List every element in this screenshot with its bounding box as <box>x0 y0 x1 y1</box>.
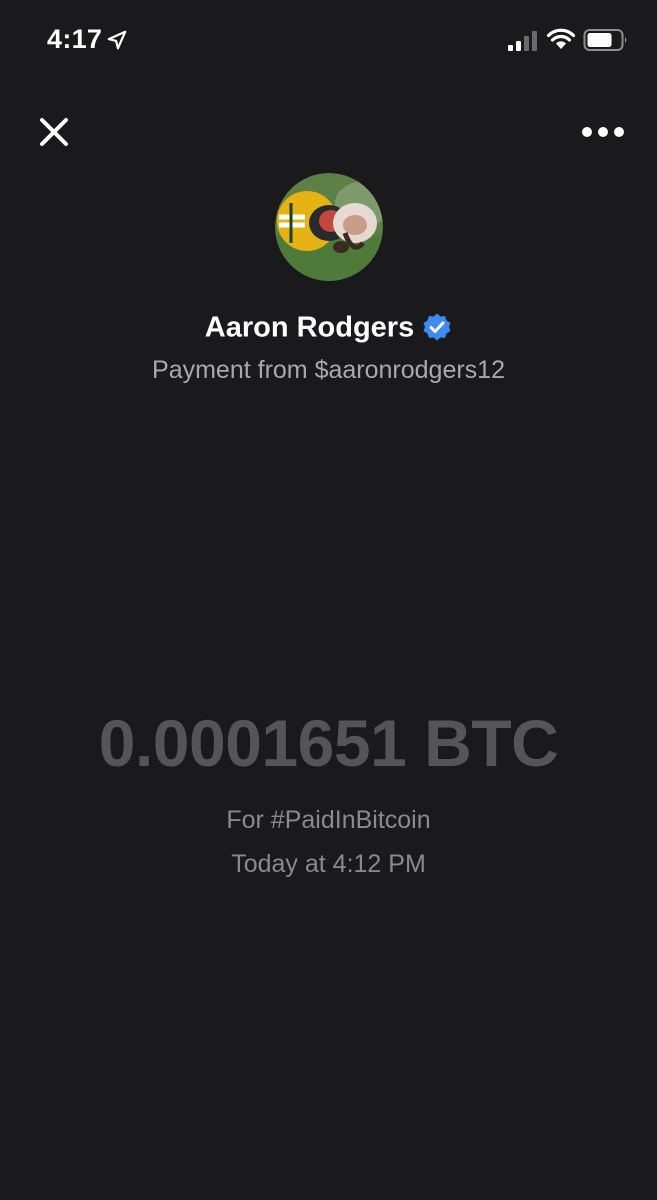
battery-icon <box>583 29 627 51</box>
more-options-button[interactable] <box>578 116 628 148</box>
payment-note: For #PaidInBitcoin <box>226 806 431 834</box>
status-bar: 4:17 <box>0 0 657 80</box>
payment-amount: 0.0001651 BTC <box>98 706 559 780</box>
more-options-icon <box>582 127 624 137</box>
sender-name: Aaron Rodgers <box>204 311 415 344</box>
cellular-signal-icon <box>508 31 537 51</box>
verified-badge-icon <box>423 313 451 341</box>
close-icon <box>40 118 68 146</box>
status-time: 4:17 <box>47 24 103 54</box>
close-button[interactable] <box>34 112 74 152</box>
payment-source: Payment from $aaronrodgers12 <box>152 356 505 384</box>
wifi-icon <box>546 28 576 49</box>
avatar <box>275 173 383 281</box>
payment-timestamp: Today at 4:12 PM <box>231 850 426 878</box>
location-arrow-icon <box>107 30 127 50</box>
sender-name-row: Aaron Rodgers <box>0 306 657 347</box>
